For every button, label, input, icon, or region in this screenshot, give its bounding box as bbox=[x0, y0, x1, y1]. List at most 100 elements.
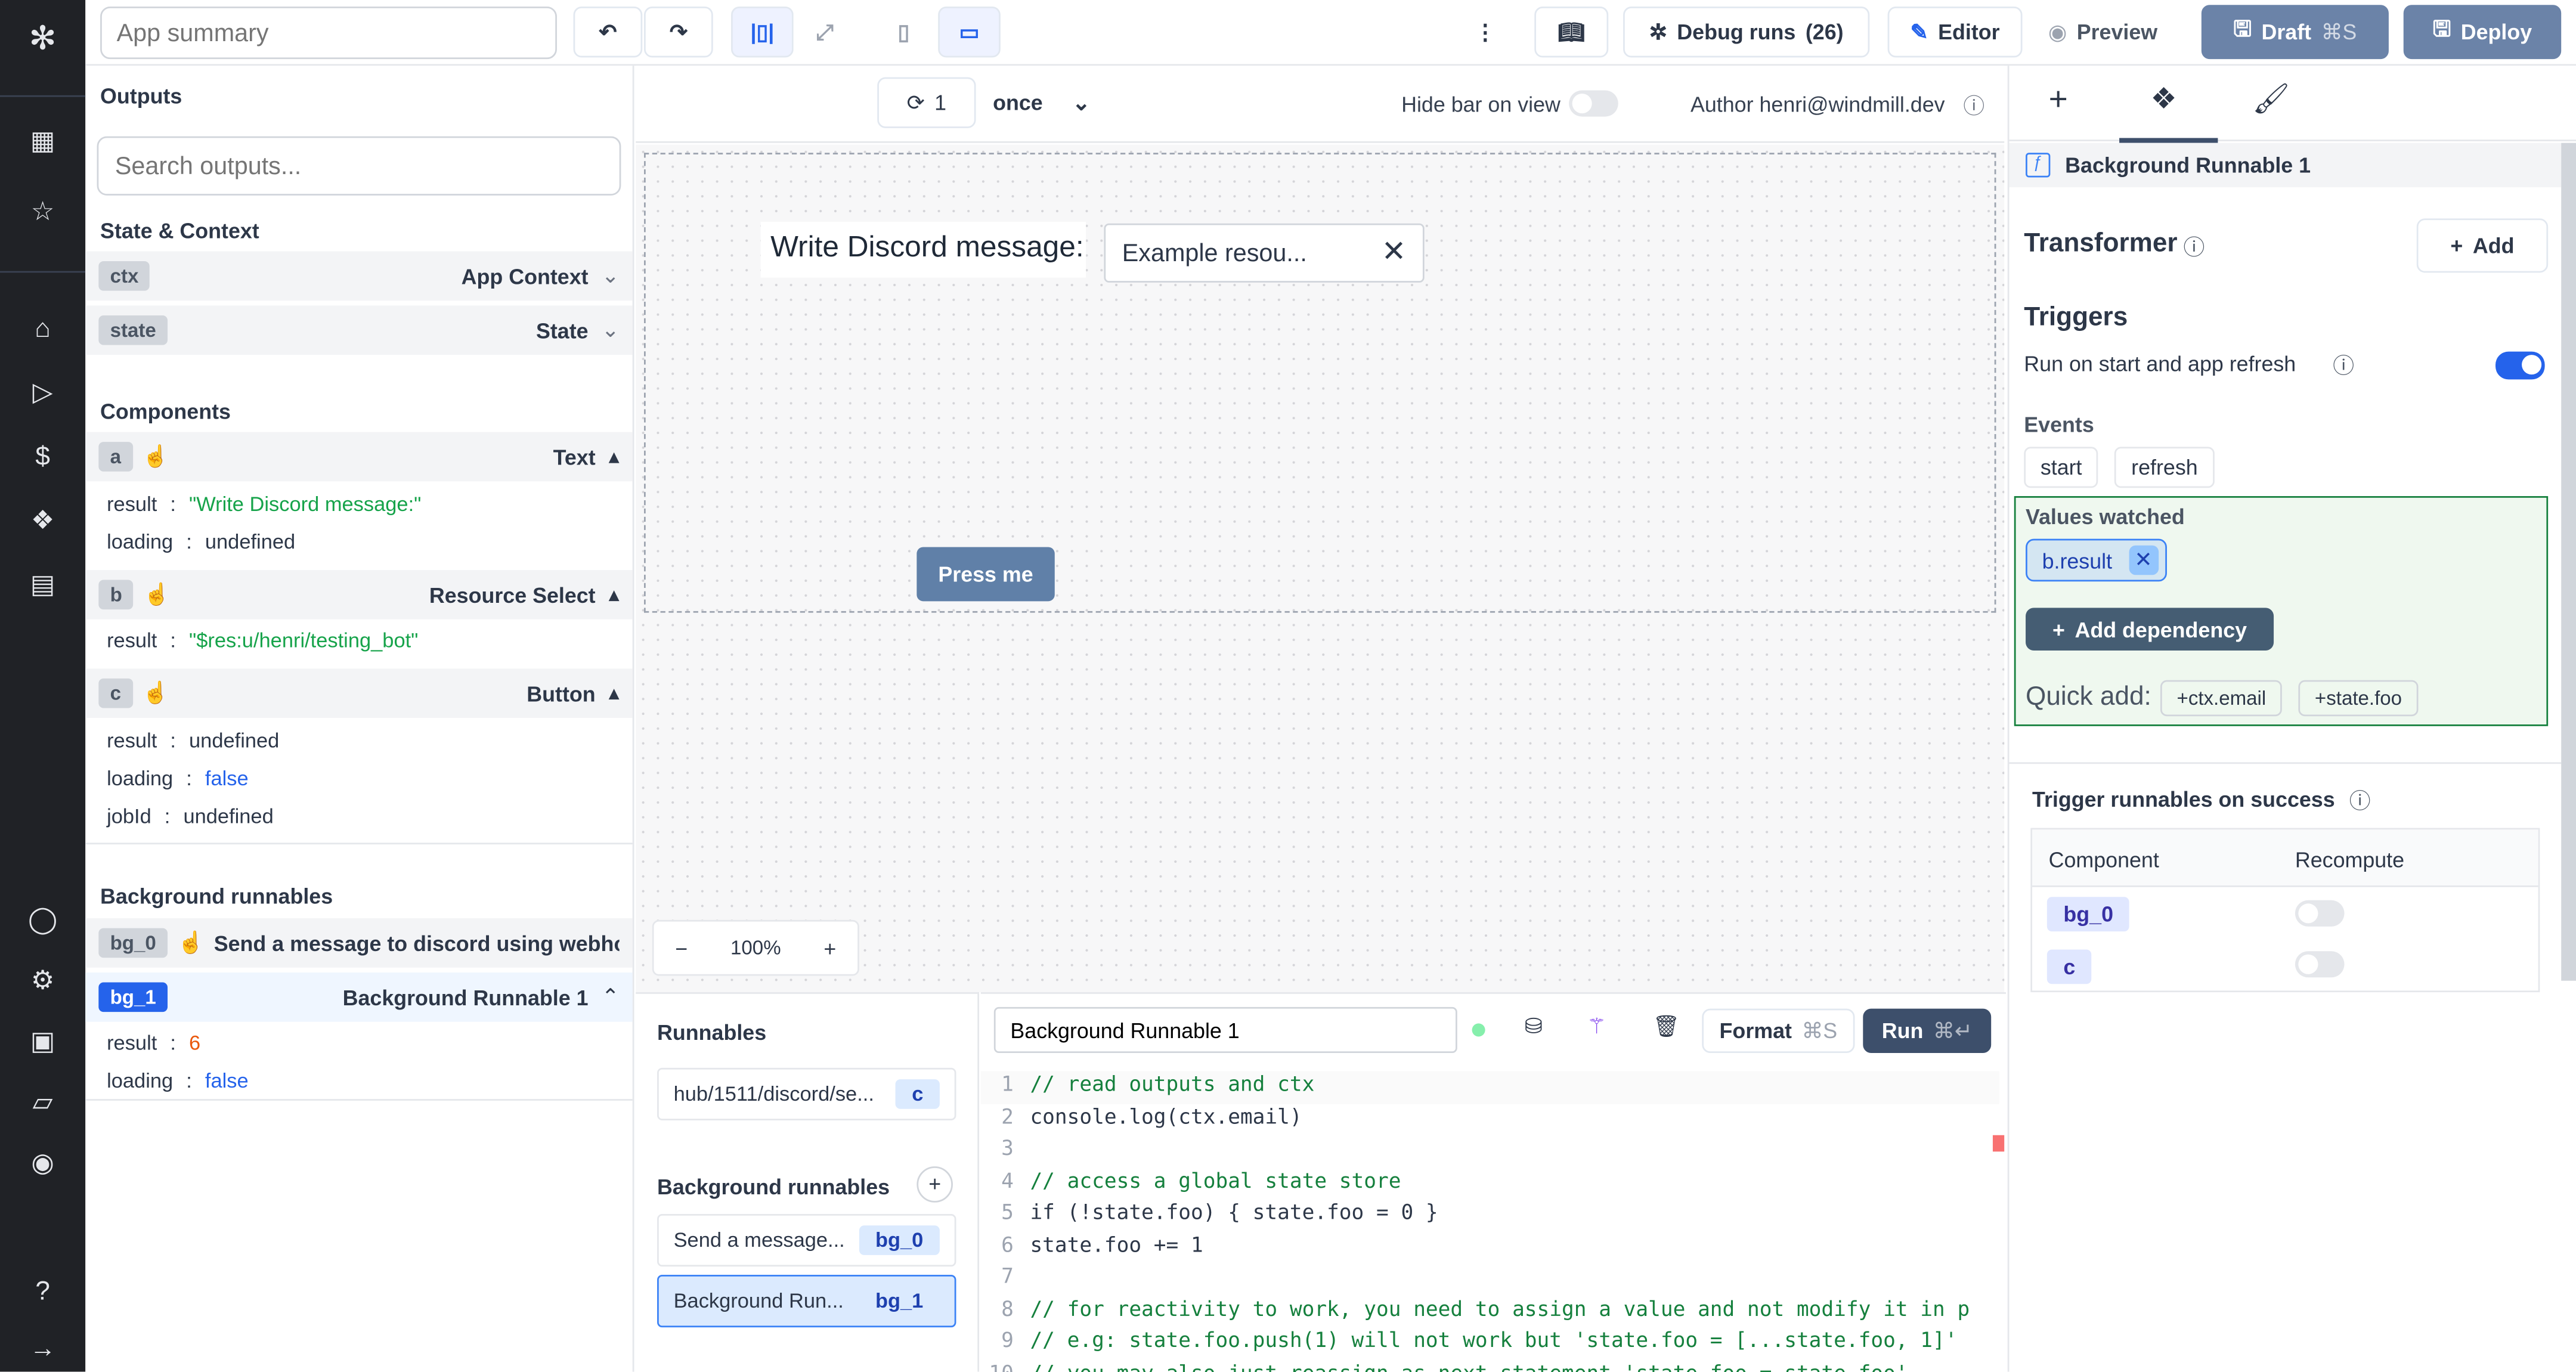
user-icon[interactable]: ◯ bbox=[23, 902, 63, 941]
app-summary-input[interactable] bbox=[100, 7, 557, 60]
draft-label: Draft bbox=[2261, 20, 2312, 45]
docs-button[interactable]: 📖︎ bbox=[1534, 7, 1609, 58]
component-row-c[interactable]: c ☝ Button ▴ bbox=[85, 668, 633, 718]
run-label: Run bbox=[1881, 1018, 1924, 1043]
field-value[interactable]: false bbox=[205, 1070, 249, 1093]
style-brush-icon[interactable]: 🖌︎ bbox=[2252, 82, 2290, 117]
chevron-up-icon[interactable]: ▴ bbox=[609, 444, 620, 470]
info-icon[interactable]: ⓘ bbox=[2349, 783, 2371, 814]
trash-icon[interactable]: 🗑︎ bbox=[1653, 1014, 1680, 1040]
expand-arrow-icon[interactable]: → bbox=[23, 1331, 63, 1370]
field-value[interactable]: "$res:u/henri/testing_bot" bbox=[189, 629, 418, 652]
press-me-button[interactable]: Press me bbox=[917, 547, 1055, 602]
chevron-up-icon[interactable]: ▴ bbox=[609, 581, 620, 608]
resources-icon[interactable]: ❖ bbox=[23, 503, 63, 542]
eye-icon: ◉ bbox=[2048, 18, 2067, 44]
quick-add-state-foo[interactable]: +state.foo bbox=[2298, 680, 2419, 717]
bg-runnable-item[interactable]: Send a message... bg_0 bbox=[657, 1214, 956, 1267]
runnable-name-input[interactable] bbox=[993, 1006, 1457, 1054]
run-button[interactable]: Run ⌘↵ bbox=[1863, 1008, 1992, 1054]
debug-runs-button[interactable]: ✲ Debug runs (26) bbox=[1623, 7, 1870, 58]
hand-pointer-icon: ☝ bbox=[142, 680, 169, 705]
home-icon[interactable]: ⌂ bbox=[23, 311, 63, 350]
workspace-icon[interactable]: ▦ bbox=[23, 123, 63, 163]
text-component[interactable]: Write Discord message: bbox=[760, 221, 1086, 278]
refresh-frequency-select[interactable]: once ⌄ bbox=[976, 77, 1107, 128]
scrollbar[interactable] bbox=[2561, 143, 2576, 981]
windmill-logo-icon[interactable]: ✻ bbox=[23, 20, 63, 59]
ai-wand-icon[interactable]: ⚚ bbox=[1587, 1014, 1606, 1040]
run-on-start-toggle[interactable] bbox=[2495, 351, 2545, 380]
component-row-a[interactable]: a ☝ Text ▴ bbox=[85, 432, 633, 482]
star-icon[interactable]: ☆ bbox=[23, 194, 63, 233]
recompute-toggle[interactable] bbox=[2295, 951, 2345, 978]
component-settings-icon[interactable]: ❖ bbox=[2150, 82, 2176, 117]
info-icon[interactable]: ⓘ bbox=[2333, 348, 2354, 379]
draft-button[interactable]: 🖫︎ Draft ⌘S bbox=[2201, 5, 2389, 60]
resource-select-component[interactable]: Example resou... ✕ bbox=[1104, 223, 1425, 283]
variables-dollar-icon[interactable]: $ bbox=[23, 439, 63, 478]
editor-tab[interactable]: ✎ Editor bbox=[1887, 7, 2023, 58]
code-text: state.foo += 1 bbox=[1030, 1231, 1203, 1256]
add-transformer-button[interactable]: + Add bbox=[2416, 218, 2549, 273]
more-menu-button[interactable]: ⋮ bbox=[1465, 7, 1505, 58]
format-button[interactable]: Format ⌘S bbox=[1702, 1008, 1855, 1054]
component-row-b[interactable]: b ☝ Resource Select ▴ bbox=[85, 570, 633, 620]
draft-shortcut: ⌘S bbox=[2321, 18, 2357, 44]
add-dependency-label: Add dependency bbox=[2075, 617, 2247, 642]
database-icon[interactable]: ⛁ bbox=[1525, 1014, 1543, 1040]
chevron-up-icon[interactable]: ▴ bbox=[609, 680, 620, 707]
eye-icon[interactable]: ◉ bbox=[23, 1145, 63, 1184]
field-value[interactable]: false bbox=[205, 767, 249, 791]
bg-row-bg_0[interactable]: bg_0 ☝ Send a message to discord using web… bbox=[85, 918, 633, 968]
code-area[interactable]: 1 // read outputs and ctx 2 console.log(ctx… bbox=[980, 1066, 1999, 1372]
bg-row-bg_1[interactable]: bg_1 Background Runnable 1 ⌃ bbox=[85, 973, 633, 1022]
center-layout-button[interactable]: |▯| bbox=[731, 7, 794, 58]
chevron-up-icon[interactable]: ⌃ bbox=[602, 984, 620, 1010]
add-dependency-button[interactable]: + Add dependency bbox=[2026, 608, 2274, 651]
field-value[interactable]: 6 bbox=[189, 1032, 200, 1055]
hide-bar-toggle[interactable] bbox=[1569, 90, 1618, 117]
line-number: 7 bbox=[1001, 1263, 1014, 1288]
press-me-label: Press me bbox=[938, 562, 1033, 587]
runnables-panel: Runnables hub/1511/discord/se... c Backgr… bbox=[636, 992, 980, 1372]
mobile-view-button[interactable]: ▯ bbox=[872, 7, 935, 58]
field-value[interactable]: undefined bbox=[189, 729, 279, 752]
help-icon[interactable]: ? bbox=[23, 1273, 63, 1312]
search-outputs-input[interactable] bbox=[97, 136, 621, 196]
undo-button[interactable]: ↶ bbox=[573, 7, 643, 58]
deploy-button[interactable]: 🖫︎ Deploy bbox=[2403, 5, 2562, 60]
ctx-row[interactable]: ctx App Context ⌄ bbox=[85, 251, 633, 301]
folder-icon[interactable]: ▱ bbox=[23, 1084, 63, 1123]
fullscreen-button[interactable]: ⤢ bbox=[793, 7, 856, 58]
bot-icon[interactable]: ▣ bbox=[23, 1023, 63, 1063]
field-value[interactable]: "Write Discord message:" bbox=[189, 493, 421, 516]
debug-runs-label: Debug runs bbox=[1677, 20, 1796, 45]
column-header: Recompute bbox=[2295, 847, 2405, 872]
field-row: jobId: undefined bbox=[107, 804, 274, 828]
remove-x-icon[interactable]: ✕ bbox=[2128, 545, 2159, 575]
desktop-view-button[interactable]: ▭ bbox=[938, 7, 1001, 58]
info-icon[interactable]: ⓘ bbox=[2184, 230, 2205, 261]
runs-play-icon[interactable]: ▷ bbox=[23, 374, 63, 414]
zoom-out-minus-icon[interactable]: − bbox=[675, 936, 688, 960]
info-icon[interactable]: ⓘ bbox=[1963, 89, 1984, 120]
recompute-toggle[interactable] bbox=[2295, 900, 2345, 927]
add-bg-runnable-plus-icon[interactable]: + bbox=[917, 1166, 953, 1203]
schedules-calendar-icon[interactable]: ▤ bbox=[23, 567, 63, 606]
quick-add-ctx-email[interactable]: +ctx.email bbox=[2160, 680, 2283, 717]
preview-tab[interactable]: ◉ Preview bbox=[2029, 7, 2177, 58]
undo-icon: ↶ bbox=[599, 18, 617, 44]
bg-runnable-item-selected[interactable]: Background Run... bg_1 bbox=[657, 1274, 956, 1328]
runnable-item[interactable]: hub/1511/discord/se... c bbox=[657, 1067, 956, 1120]
insert-plus-icon[interactable]: + bbox=[2049, 82, 2068, 120]
field-value[interactable]: undefined bbox=[205, 531, 295, 554]
settings-gear-icon[interactable]: ⚙ bbox=[23, 962, 63, 1002]
refresh-button[interactable]: ⟳ 1 bbox=[877, 77, 976, 128]
redo-button[interactable]: ↷ bbox=[643, 7, 713, 58]
zoom-in-plus-icon[interactable]: + bbox=[823, 936, 836, 960]
state-label: State bbox=[535, 318, 589, 343]
clear-x-icon[interactable]: ✕ bbox=[1382, 237, 1407, 267]
state-row[interactable]: state State ⌄ bbox=[85, 305, 633, 355]
field-value[interactable]: undefined bbox=[183, 805, 273, 828]
